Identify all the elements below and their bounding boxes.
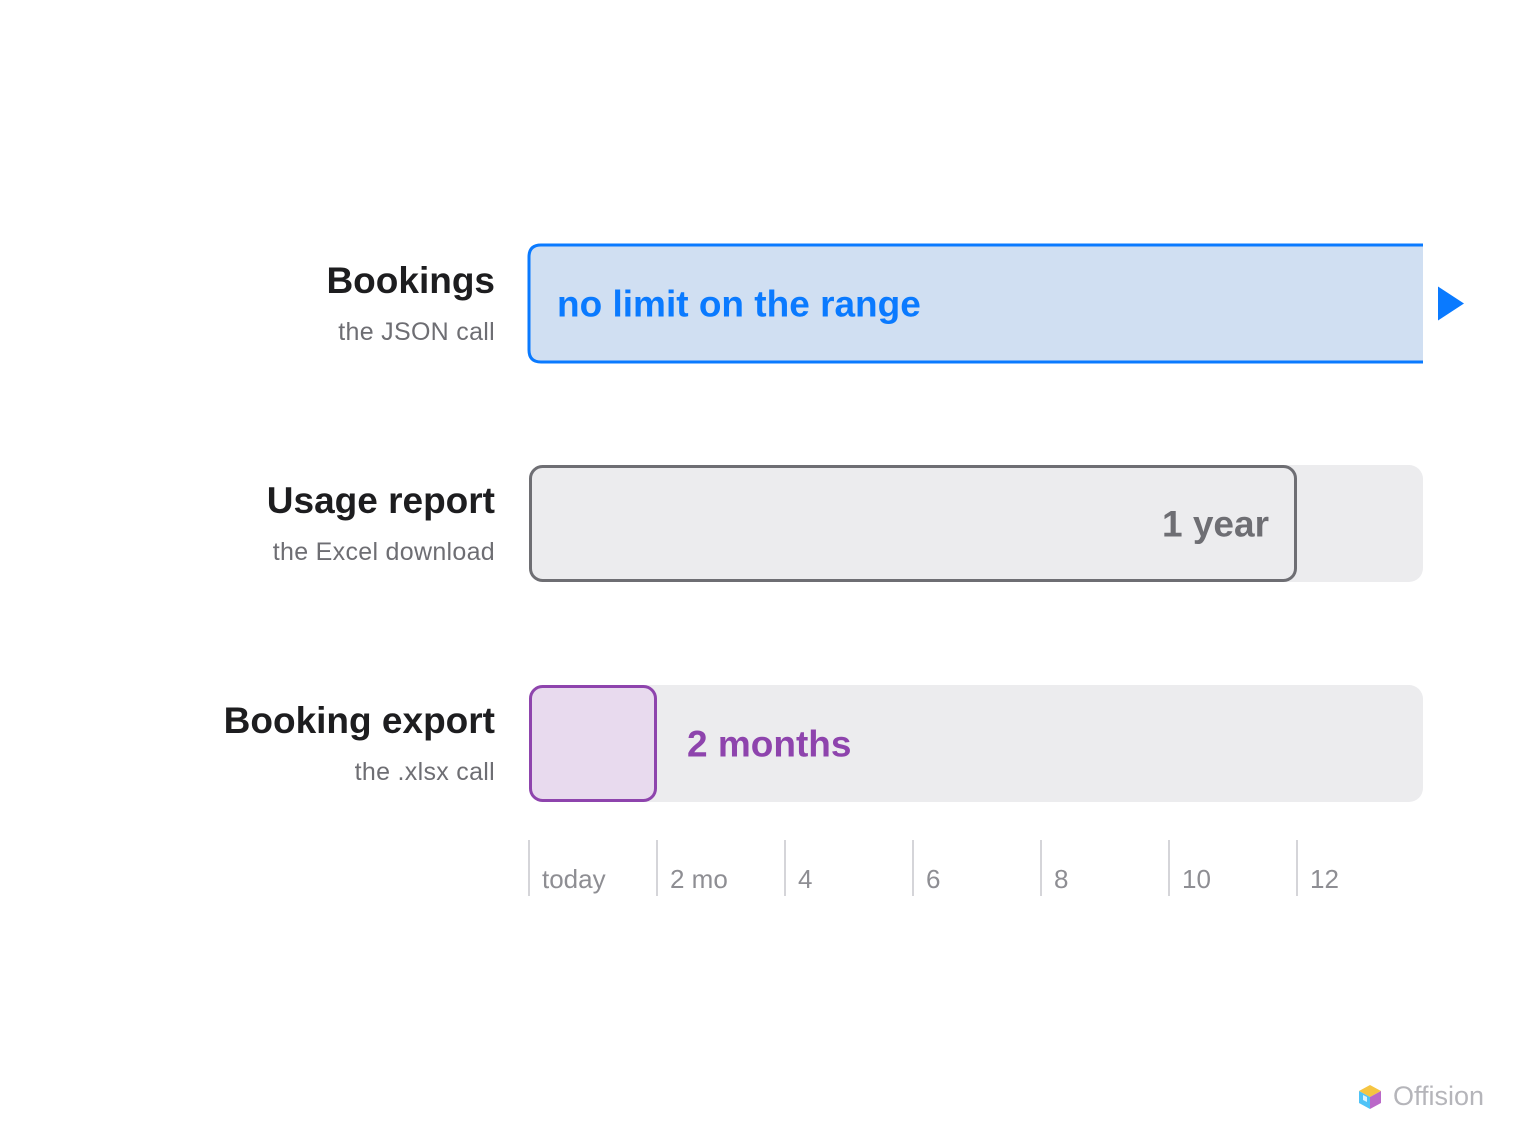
tick-label: 4 — [798, 864, 812, 894]
row-subtitle: the Excel download — [273, 538, 495, 566]
tick-label: 12 — [1310, 864, 1339, 894]
bar-fill-edge — [1409, 245, 1423, 362]
chart: Bookings the JSON call no limit on the ran… — [224, 243, 1464, 896]
tick-label: today — [542, 864, 606, 894]
tick-label: 2 mo — [670, 864, 728, 894]
row-subtitle: the JSON call — [338, 318, 495, 346]
arrow-right-icon — [1438, 286, 1464, 321]
brand-watermark: Offision — [1357, 1081, 1484, 1112]
bar-label: 1 year — [1162, 504, 1269, 545]
row-title: Booking export — [224, 700, 495, 741]
bar-label: no limit on the range — [557, 284, 921, 325]
cube-logo-icon — [1358, 1084, 1381, 1109]
tick-label: 6 — [926, 864, 940, 894]
brand-name: Offision — [1392, 1081, 1484, 1111]
tick-label: 10 — [1182, 864, 1211, 894]
row-title: Bookings — [326, 260, 495, 301]
tick-label: 8 — [1054, 864, 1068, 894]
bar-track — [529, 685, 1423, 802]
bar — [529, 685, 657, 802]
row-subtitle: the .xlsx call — [355, 758, 495, 786]
bar-label: 2 months — [687, 724, 851, 765]
row-title: Usage report — [267, 480, 495, 521]
